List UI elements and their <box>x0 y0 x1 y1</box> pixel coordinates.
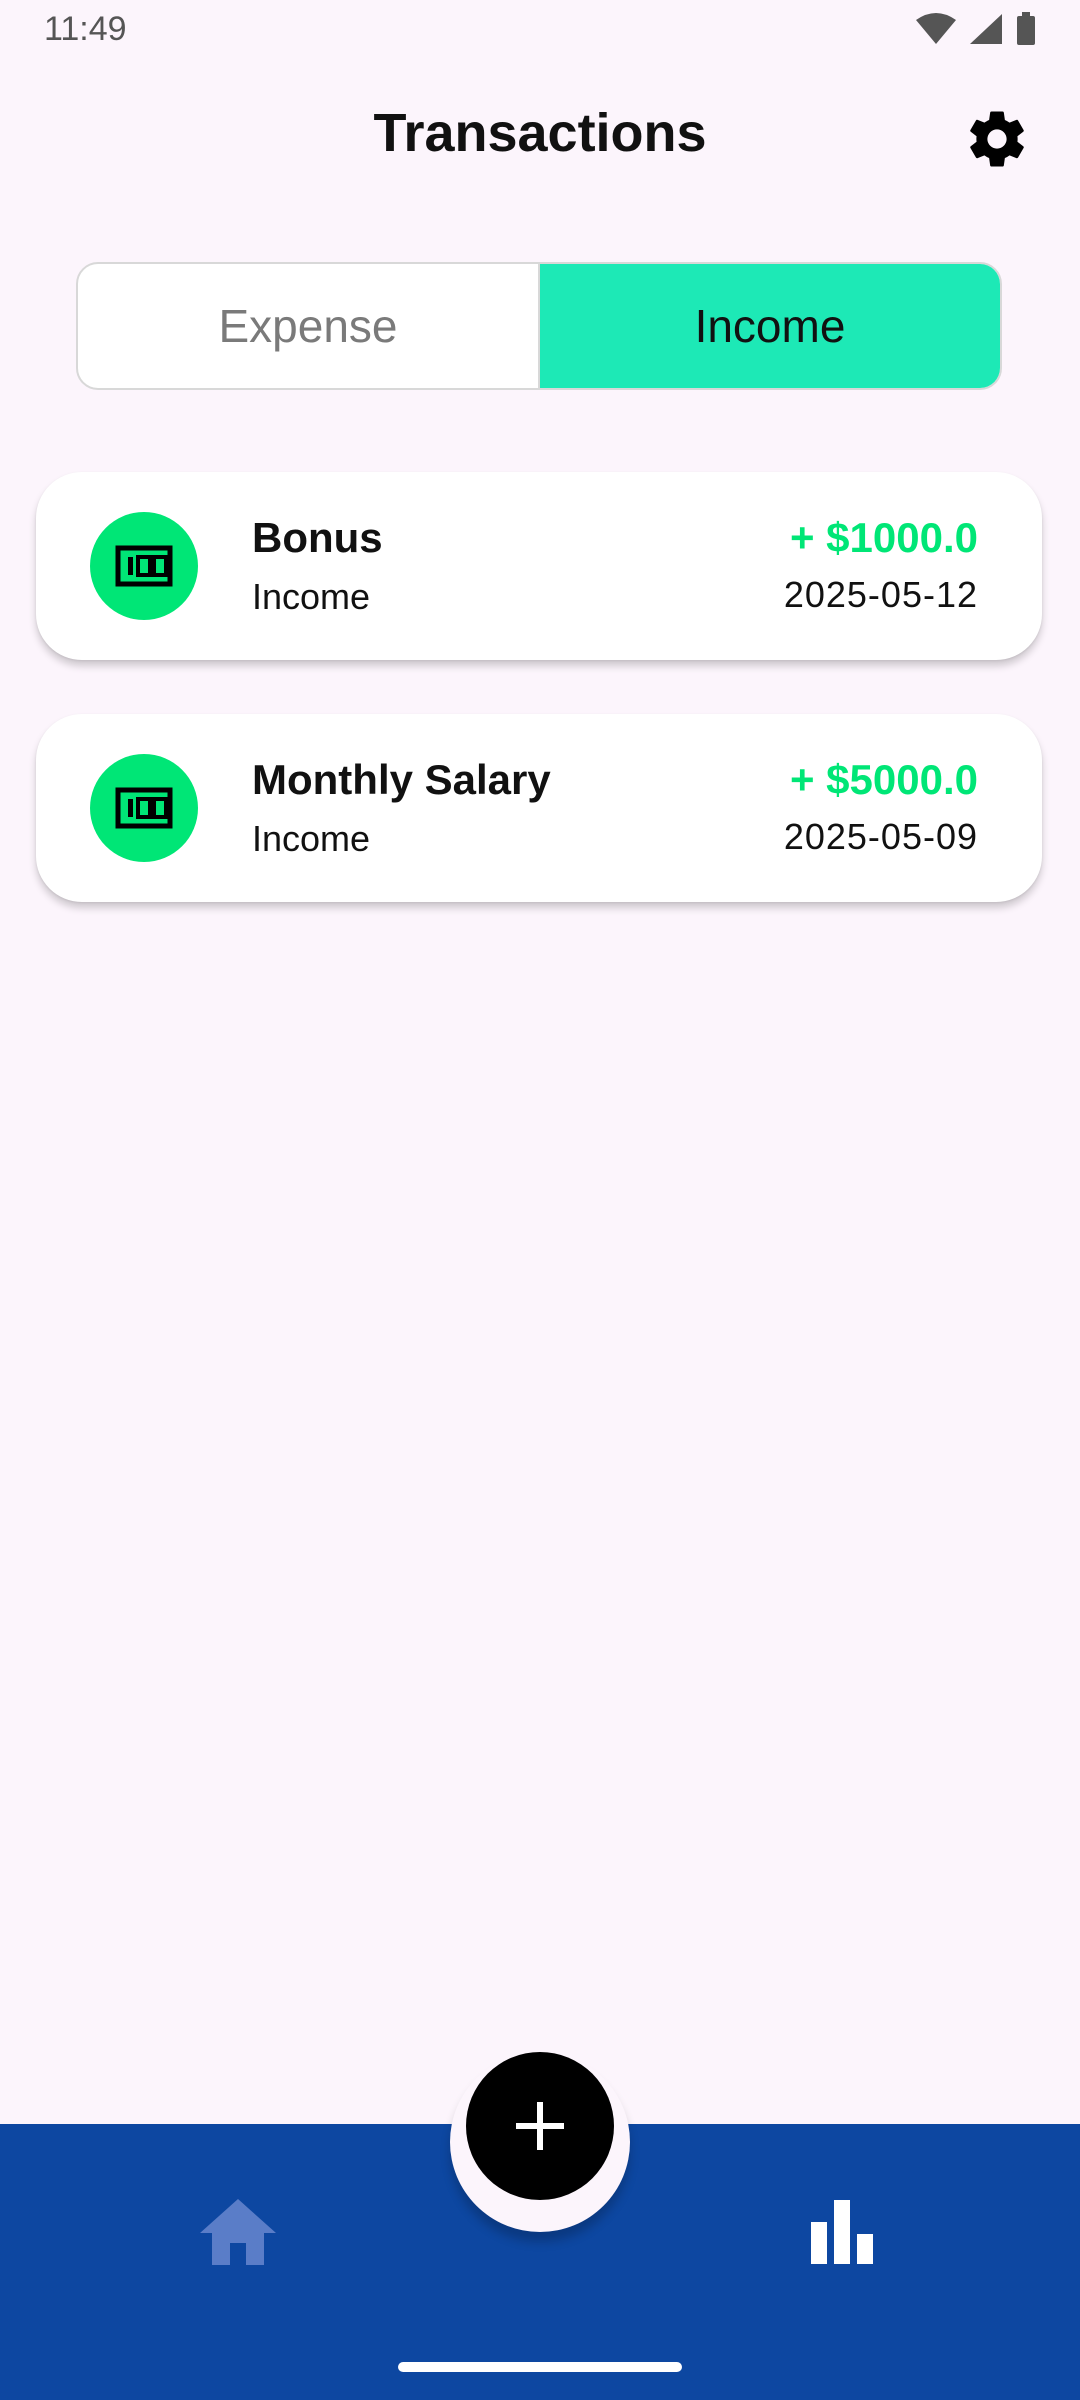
home-icon <box>200 2199 276 2265</box>
add-transaction-button[interactable] <box>466 2052 614 2200</box>
transaction-amount: + $1000.0 <box>789 514 978 561</box>
status-icons <box>916 12 1036 46</box>
transaction-card[interactable]: Monthly Salary Income + $5000.0 2025-05-… <box>36 714 1042 902</box>
tab-expense[interactable]: Expense <box>78 264 540 388</box>
transaction-date: 2025-05-09 <box>783 816 978 857</box>
transaction-card[interactable]: Bonus Income + $1000.0 2025-05-12 <box>36 472 1042 660</box>
transaction-amount: + $5000.0 <box>789 756 978 803</box>
battery-icon <box>1017 12 1035 45</box>
add-icon <box>516 2102 564 2150</box>
nav-home[interactable] <box>196 2190 280 2274</box>
page-title: Transactions <box>373 103 707 163</box>
gesture-bar <box>398 2362 682 2372</box>
nav-statistics[interactable] <box>800 2190 884 2274</box>
transaction-title: Bonus <box>252 514 383 561</box>
transaction-date: 2025-05-12 <box>783 574 978 615</box>
status-time: 11:49 <box>44 10 127 48</box>
tab-income[interactable]: Income <box>540 264 1000 388</box>
app-bar: Transactions <box>0 90 1080 180</box>
wifi-icon <box>916 13 956 44</box>
status-bar: 11:49 <box>0 0 1080 60</box>
type-toggle: Expense Income <box>76 262 1002 390</box>
transaction-category: Income <box>252 818 371 859</box>
gear-icon <box>970 111 1024 167</box>
transaction-category: Income <box>252 576 371 617</box>
settings-button[interactable] <box>962 104 1032 174</box>
signal-icon <box>970 14 1002 44</box>
bar-chart-icon <box>811 2200 873 2264</box>
transaction-title: Monthly Salary <box>252 756 551 803</box>
money-icon <box>90 754 198 862</box>
money-icon <box>90 512 198 620</box>
